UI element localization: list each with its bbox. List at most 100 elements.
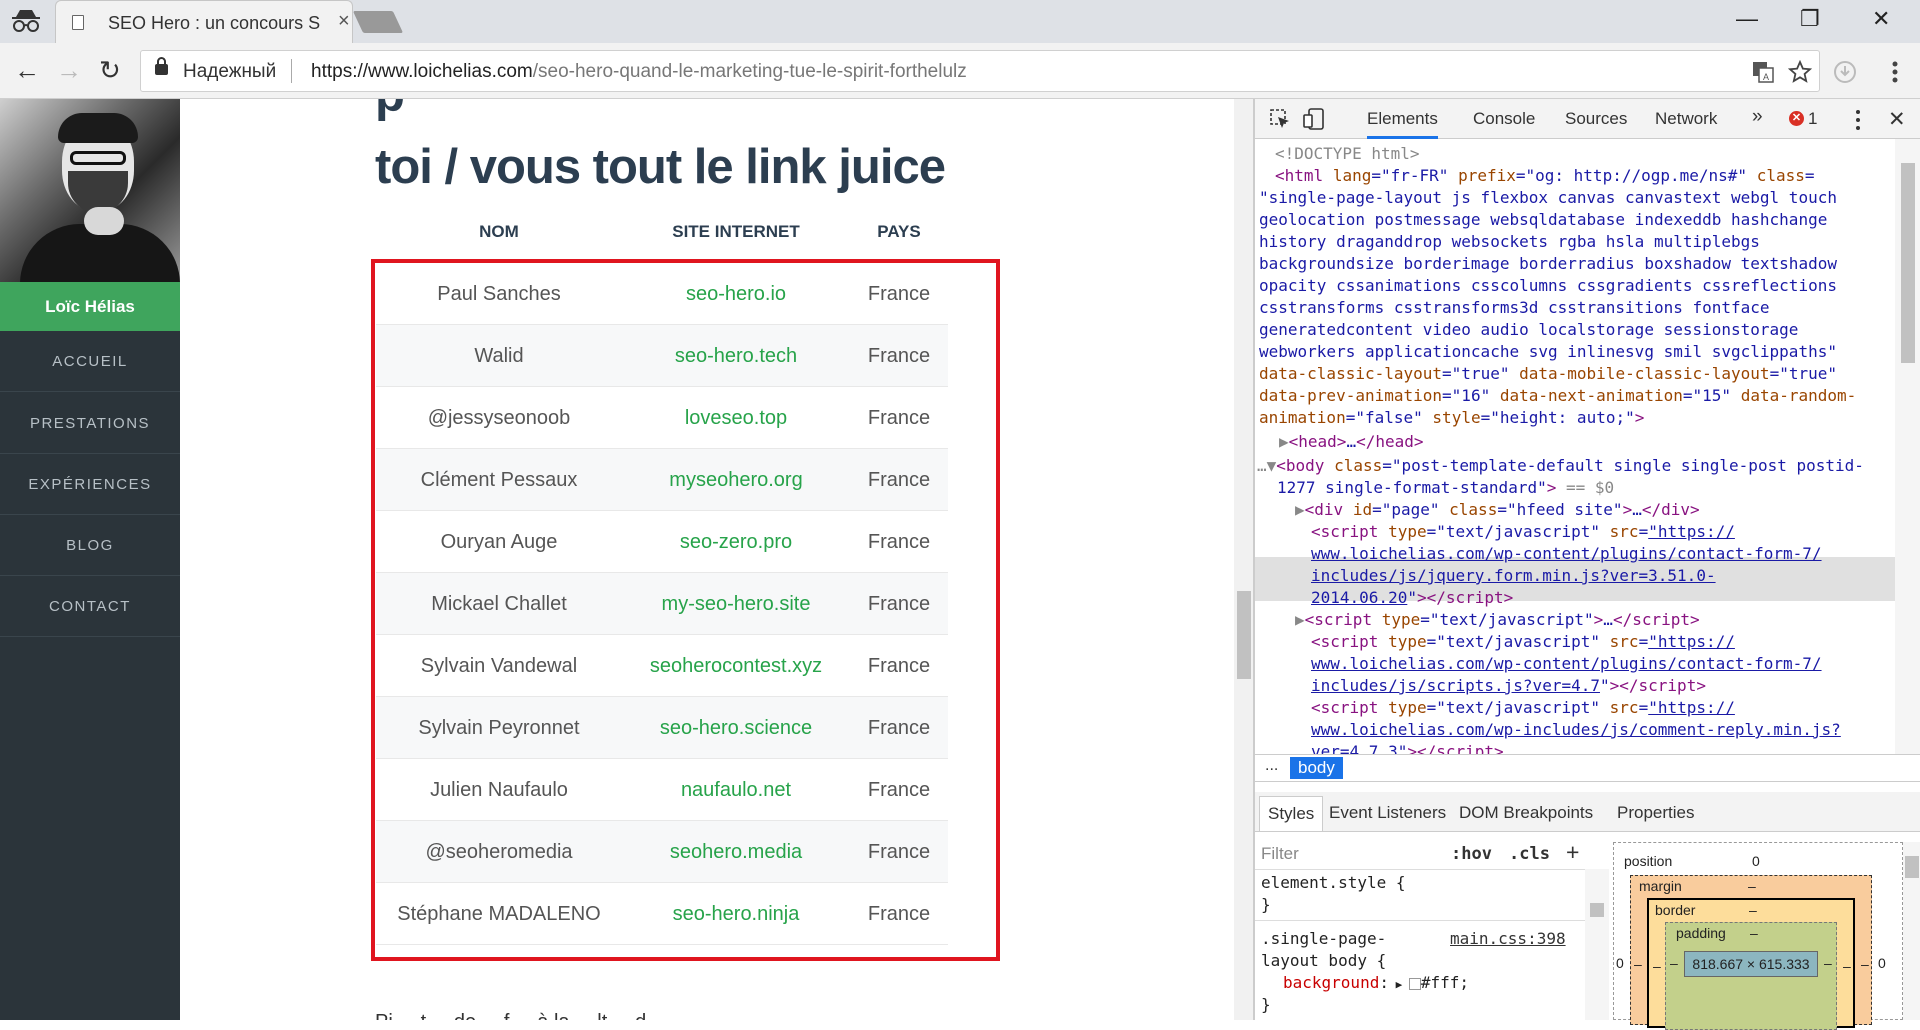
dom-node-script[interactable]: ▶<script type="text/javascript">…</scrip…: [1295, 609, 1700, 631]
styles-scrollbar[interactable]: [1585, 869, 1609, 1020]
reload-button[interactable]: ↻: [99, 55, 121, 86]
device-toolbar-icon[interactable]: [1303, 107, 1325, 131]
property-name: background: [1283, 973, 1380, 992]
tab-styles[interactable]: Styles: [1259, 796, 1324, 831]
star-icon[interactable]: [1788, 60, 1812, 84]
border-left-value[interactable]: –: [1653, 958, 1661, 974]
tab-properties[interactable]: Properties: [1617, 803, 1694, 823]
menu-item-prestations[interactable]: PRESTATIONS: [0, 393, 180, 454]
dom-code-line: history draganddrop websockets rgba hsla…: [1259, 232, 1760, 251]
dom-code-line: 2014.06.20"></script>: [1311, 588, 1514, 607]
article-content: p toi / vous tout le link juice NOM SITE…: [180, 99, 1234, 1020]
extension-icon[interactable]: [1833, 60, 1857, 84]
padding-left-value[interactable]: –: [1670, 955, 1678, 971]
dom-code-line: www.loichelias.com/wp-content/plugins/co…: [1311, 544, 1822, 563]
padding-right-value[interactable]: –: [1824, 955, 1832, 971]
translate-icon[interactable]: A: [1751, 60, 1775, 84]
page-scrollbar-thumb[interactable]: [1237, 591, 1251, 679]
devtools-tab-network[interactable]: Network: [1655, 109, 1717, 129]
position-value[interactable]: 0: [1752, 853, 1760, 869]
tab-dom-breakpoints[interactable]: DOM Breakpoints: [1459, 803, 1593, 823]
border-value[interactable]: –: [1749, 902, 1757, 918]
dom-code-line: 1277 single-format-standard"> == $0: [1277, 478, 1615, 497]
forward-button[interactable]: →: [56, 55, 82, 86]
rule-selector[interactable]: .single-page-: [1261, 928, 1386, 950]
incognito-icon: [12, 10, 40, 32]
new-style-rule-button[interactable]: +: [1566, 839, 1579, 866]
dom-tree-scrollbar[interactable]: [1895, 139, 1920, 754]
breadcrumb-body[interactable]: body: [1290, 757, 1343, 779]
tab-event-listeners[interactable]: Event Listeners: [1329, 803, 1446, 823]
browser-tab-bar: SEO Hero : un concours S × — ❐ ✕: [0, 0, 1920, 43]
dom-node-body[interactable]: …▼<body class="post-template-default sin…: [1257, 455, 1864, 477]
color-swatch-icon[interactable]: [1408, 977, 1421, 990]
box-model-scrollbar[interactable]: [1903, 842, 1920, 1020]
devtools-tab-sources[interactable]: Sources: [1565, 109, 1627, 129]
box-model-scrollbar-thumb[interactable]: [1905, 856, 1919, 878]
column-header-site: SITE INTERNET: [672, 222, 800, 241]
element-style-rule[interactable]: element.style {: [1261, 872, 1406, 894]
new-tab-button[interactable]: [352, 11, 404, 33]
cls-toggle[interactable]: .cls: [1509, 844, 1550, 864]
browser-tab[interactable]: SEO Hero : un concours S ×: [55, 0, 353, 43]
minimize-button[interactable]: —: [1736, 6, 1758, 32]
doctype-line[interactable]: <!DOCTYPE html>: [1275, 143, 1420, 165]
styles-filter-input[interactable]: Filter: [1261, 844, 1299, 864]
padding-value[interactable]: –: [1750, 925, 1758, 941]
author-name[interactable]: Loïc Hélias: [0, 282, 180, 331]
back-button[interactable]: ←: [14, 55, 40, 86]
devtools-tab-elements[interactable]: Elements: [1367, 109, 1438, 139]
dom-node-script[interactable]: <script type="text/javascript" src="http…: [1311, 631, 1735, 653]
tab-close-icon[interactable]: ×: [338, 10, 350, 33]
hov-toggle[interactable]: :hov: [1451, 844, 1492, 864]
margin-value[interactable]: –: [1748, 878, 1756, 894]
dom-node-div-page[interactable]: ▶<div id="page" class="hfeed site">…</di…: [1295, 499, 1700, 521]
padding-label: padding: [1676, 925, 1726, 941]
styles-pane: element.style { } .single-page- main.css…: [1255, 869, 1585, 1020]
dom-code-line: csstransforms csstransforms3d csstransit…: [1259, 298, 1770, 317]
close-window-button[interactable]: ✕: [1872, 6, 1890, 32]
styles-scrollbar-thumb[interactable]: [1590, 903, 1604, 917]
dom-node-script[interactable]: <script type="text/javascript" src="http…: [1311, 697, 1735, 719]
secure-label: Надежный: [183, 61, 277, 82]
rule-selector[interactable]: layout body {: [1261, 950, 1386, 972]
position-label: position: [1624, 853, 1673, 869]
position-left-value[interactable]: 0: [1616, 955, 1624, 971]
highlight-frame: [371, 259, 1000, 961]
dom-tree-scrollbar-thumb[interactable]: [1901, 163, 1915, 363]
url-text[interactable]: https://www.loichelias.com/seo-hero-quan…: [311, 61, 967, 83]
position-right-value[interactable]: 0: [1878, 955, 1886, 971]
author-avatar: [0, 99, 180, 282]
margin-left-value[interactable]: –: [1634, 956, 1642, 972]
browser-toolbar: ← → ↻ Надежный https://www.loichelias.co…: [0, 43, 1920, 99]
breadcrumb-more[interactable]: ...: [1265, 757, 1278, 775]
margin-label: margin: [1639, 878, 1682, 894]
border-right-value[interactable]: –: [1843, 958, 1851, 974]
content-size[interactable]: 818.667 × 615.333: [1684, 951, 1818, 977]
page-scrollbar[interactable]: [1234, 99, 1254, 1020]
dom-code-line: www.loichelias.com/wp-content/plugins/co…: [1311, 654, 1822, 673]
restore-button[interactable]: ❐: [1800, 6, 1820, 32]
menu-item-experiences[interactable]: EXPÉRIENCES: [0, 454, 180, 515]
address-bar[interactable]: Надежный https://www.loichelias.com/seo-…: [140, 50, 1820, 92]
more-tabs-icon[interactable]: »: [1752, 106, 1763, 128]
rule-source-link[interactable]: main.css:398: [1450, 928, 1566, 950]
error-count[interactable]: 1: [1808, 109, 1817, 129]
menu-item-accueil[interactable]: ACCUEIL: [0, 331, 180, 392]
menu-icon[interactable]: [1889, 60, 1901, 84]
devtools-menu-icon[interactable]: [1853, 109, 1863, 131]
heading-line: toi / vous tout le link juice: [375, 140, 946, 194]
dom-node-script[interactable]: <script type="text/javascript" src="http…: [1311, 521, 1735, 543]
devtools-close-icon[interactable]: ✕: [1888, 107, 1906, 132]
inspect-element-icon[interactable]: [1269, 108, 1291, 130]
margin-right-value[interactable]: –: [1861, 956, 1869, 972]
dom-node-html[interactable]: <html lang="fr-FR" prefix="og: http://og…: [1275, 165, 1815, 187]
menu-item-blog[interactable]: BLOG: [0, 515, 180, 576]
style-property[interactable]: background: ▶ #fff;: [1283, 972, 1469, 996]
devtools-tab-console[interactable]: Console: [1473, 109, 1535, 129]
menu-item-contact[interactable]: CONTACT: [0, 576, 180, 637]
dom-tree[interactable]: <!DOCTYPE html> <html lang="fr-FR" prefi…: [1255, 139, 1895, 754]
dom-code-line: includes/js/jquery.form.min.js?ver=3.51.…: [1311, 566, 1716, 585]
error-icon[interactable]: ✕: [1789, 111, 1804, 126]
dom-node-head[interactable]: ▶<head>…</head>: [1279, 431, 1424, 453]
